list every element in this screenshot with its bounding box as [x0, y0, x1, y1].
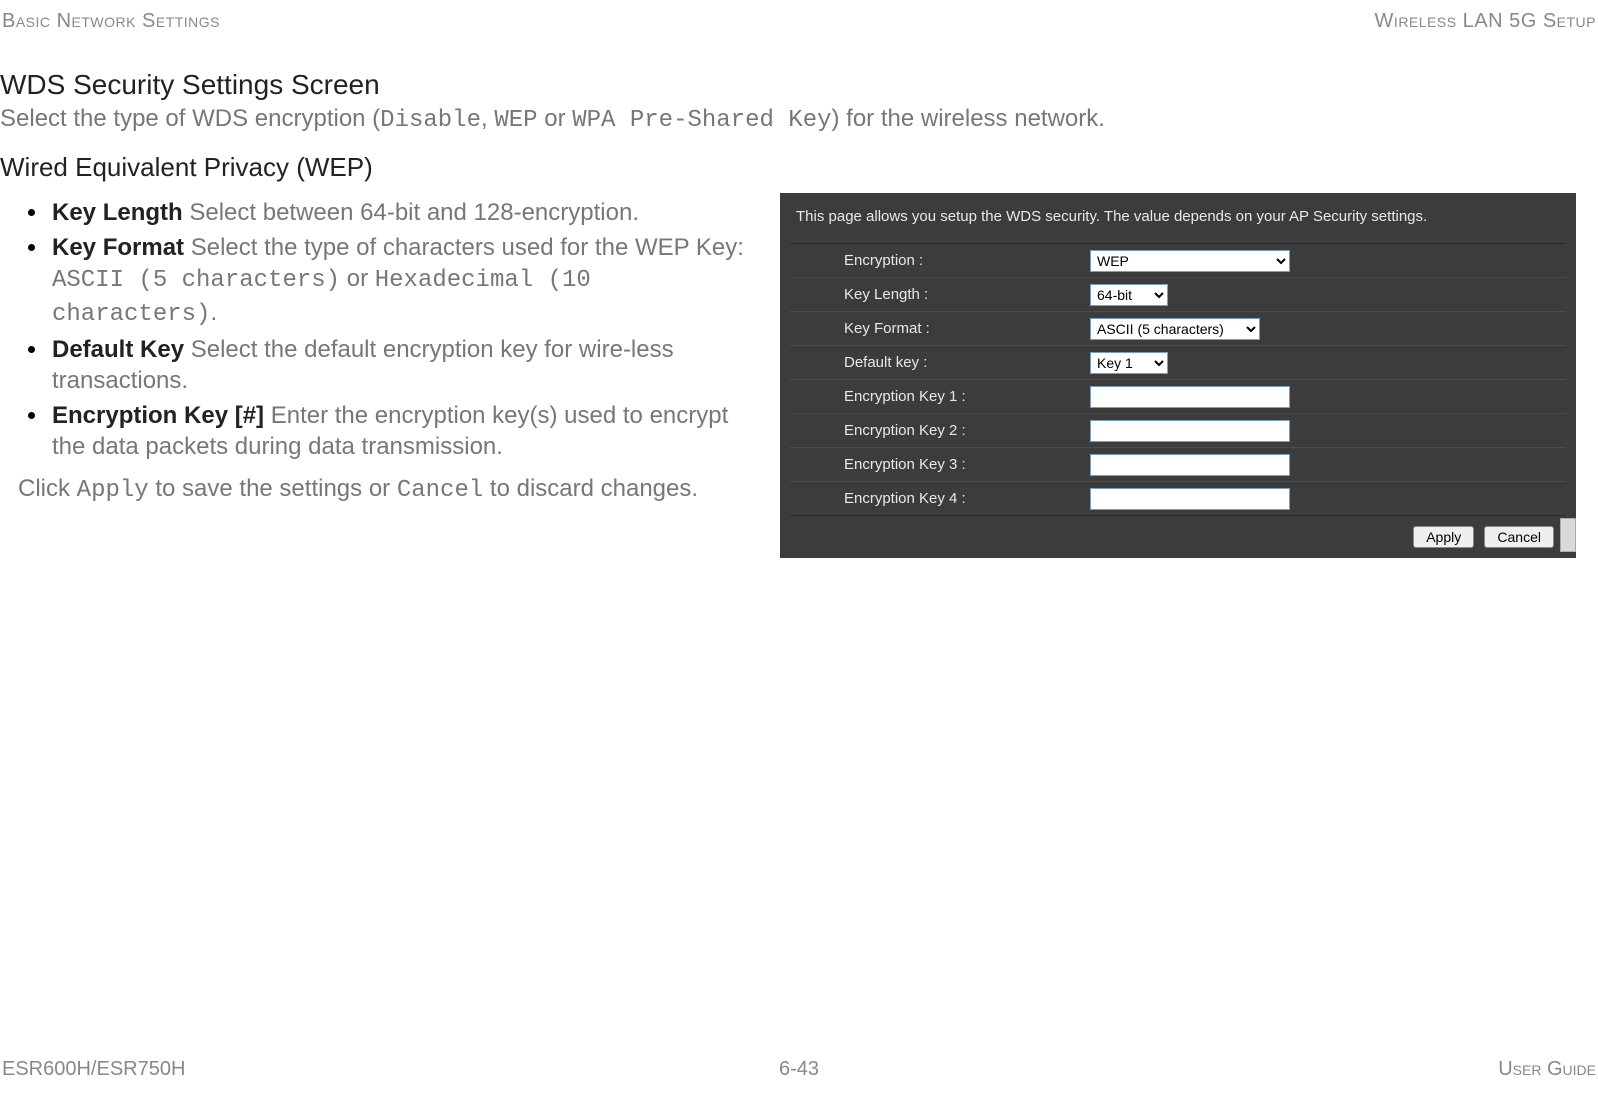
row-key-format: Key Format : ASCII (5 characters): [790, 312, 1566, 346]
label-key-format: Key Format :: [790, 312, 1090, 346]
intro-mid: or: [538, 105, 573, 132]
label-encryption: Encryption :: [790, 244, 1090, 278]
intro-opt-disable: Disable: [380, 107, 481, 134]
header-right: Wireless LAN 5G Setup: [1375, 10, 1596, 33]
term-default-key: Default Key: [52, 336, 184, 363]
label-default-key: Default key :: [790, 346, 1090, 380]
intro-opt-wpa: WPA Pre-Shared Key: [572, 107, 831, 134]
intro-pre: Select the type of WDS encryption (: [0, 105, 380, 132]
input-encryption-key-2[interactable]: [1090, 420, 1290, 442]
footer-left: ESR600H/ESR750H: [2, 1058, 185, 1081]
row-encryption-key-3: Encryption Key 3 :: [790, 448, 1566, 482]
mono-ascii: ASCII (5 characters): [52, 267, 340, 294]
footer-right: User Guide: [1498, 1058, 1596, 1081]
input-encryption-key-4[interactable]: [1090, 488, 1290, 510]
select-key-length[interactable]: 64-bit: [1090, 284, 1168, 306]
select-key-format[interactable]: ASCII (5 characters): [1090, 318, 1260, 340]
panel-description: This page allows you setup the WDS secur…: [790, 203, 1566, 243]
term-key-length: Key Length: [52, 199, 183, 226]
row-encryption-key-2: Encryption Key 2 :: [790, 414, 1566, 448]
input-encryption-key-1[interactable]: [1090, 386, 1290, 408]
bullet-encryption-key: Encryption Key [#] Enter the encryption …: [52, 400, 760, 462]
desc-key-format-post: .: [210, 299, 217, 326]
label-encryption-key-3: Encryption Key 3 :: [790, 448, 1090, 482]
row-encryption-key-4: Encryption Key 4 :: [790, 482, 1566, 516]
page-title: WDS Security Settings Screen: [0, 69, 1598, 101]
select-default-key[interactable]: Key 1: [1090, 352, 1168, 374]
note-cancel: Cancel: [397, 477, 483, 504]
section-subtitle: Wired Equivalent Privacy (WEP): [0, 152, 1598, 183]
footer-center: 6-43: [779, 1058, 819, 1081]
row-encryption: Encryption : WEP: [790, 244, 1566, 278]
scrollbar-hint[interactable]: [1560, 518, 1576, 552]
row-key-length: Key Length : 64-bit: [790, 278, 1566, 312]
bullet-default-key: Default Key Select the default encryptio…: [52, 334, 760, 396]
apply-cancel-note: Click Apply to save the settings or Canc…: [18, 473, 760, 506]
row-encryption-key-1: Encryption Key 1 :: [790, 380, 1566, 414]
term-key-format: Key Format: [52, 234, 184, 261]
desc-key-format-pre: Select the type of characters used for t…: [184, 234, 744, 261]
note-post: to discard changes.: [483, 475, 698, 502]
bullet-key-length: Key Length Select between 64-bit and 128…: [52, 197, 760, 228]
row-default-key: Default key : Key 1: [790, 346, 1566, 380]
desc-key-format-or: or: [340, 265, 375, 292]
intro-post: ) for the wireless network.: [832, 105, 1105, 132]
select-encryption[interactable]: WEP: [1090, 250, 1290, 272]
desc-key-length: Select between 64-bit and 128-encryption…: [183, 199, 639, 226]
cancel-button[interactable]: Cancel: [1484, 526, 1554, 548]
apply-button[interactable]: Apply: [1413, 526, 1474, 548]
intro-sep1: ,: [481, 105, 494, 132]
bullet-key-format: Key Format Select the type of characters…: [52, 232, 760, 330]
note-pre: Click: [18, 475, 77, 502]
label-encryption-key-1: Encryption Key 1 :: [790, 380, 1090, 414]
intro-text: Select the type of WDS encryption (Disab…: [0, 105, 1598, 134]
term-encryption-key: Encryption Key [#]: [52, 402, 264, 429]
input-encryption-key-3[interactable]: [1090, 454, 1290, 476]
label-encryption-key-2: Encryption Key 2 :: [790, 414, 1090, 448]
note-apply: Apply: [77, 477, 149, 504]
intro-opt-wep: WEP: [494, 107, 537, 134]
header-left: Basic Network Settings: [2, 10, 220, 33]
settings-table: Encryption : WEP Key Length : 64-bit: [790, 243, 1566, 516]
note-mid: to save the settings or: [149, 475, 397, 502]
label-encryption-key-4: Encryption Key 4 :: [790, 482, 1090, 516]
wds-security-panel: This page allows you setup the WDS secur…: [780, 193, 1576, 558]
label-key-length: Key Length :: [790, 278, 1090, 312]
